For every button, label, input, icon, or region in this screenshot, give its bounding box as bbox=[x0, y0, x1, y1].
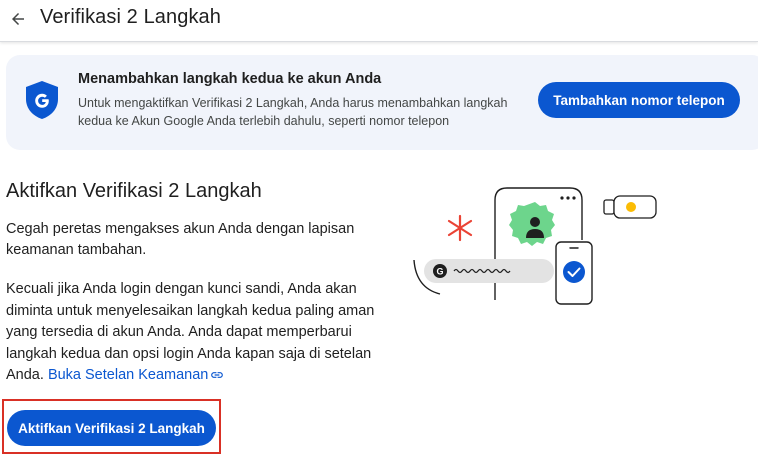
security-key-icon bbox=[603, 195, 657, 219]
check-circle-icon bbox=[563, 261, 585, 283]
arrow-back-icon bbox=[12, 13, 24, 25]
enable-2sv-button[interactable]: Aktifkan Verifikasi 2 Langkah bbox=[7, 410, 216, 446]
banner-description: Untuk mengaktifkan Verifikasi 2 Langkah,… bbox=[78, 96, 508, 128]
dot-icon bbox=[566, 196, 570, 200]
page: Verifikasi 2 Langkah Menambahkan langkah… bbox=[0, 0, 758, 459]
security-settings-link-label[interactable]: Buka Setelan Keamanan bbox=[48, 367, 208, 383]
section-title: Aktifkan Verifikasi 2 Langkah bbox=[6, 180, 262, 202]
user-badge-icon bbox=[509, 202, 555, 246]
security-illustration: G bbox=[413, 187, 657, 305]
page-title: Verifikasi 2 Langkah bbox=[40, 6, 222, 28]
google-g-icon: G bbox=[433, 264, 447, 278]
dot-icon bbox=[572, 196, 576, 200]
google-shield-icon bbox=[26, 81, 58, 119]
app-header: Verifikasi 2 Langkah bbox=[0, 0, 758, 42]
dot-icon bbox=[560, 196, 564, 200]
add-phone-number-button[interactable]: Tambahkan nomor telepon bbox=[538, 82, 740, 118]
security-settings-link[interactable]: Buka Setelan Keamanan bbox=[48, 367, 224, 383]
banner-title: Menambahkan langkah kedua ke akun Anda bbox=[78, 71, 382, 87]
asterisk-icon bbox=[447, 214, 473, 242]
back-button[interactable] bbox=[4, 5, 32, 33]
link-icon bbox=[211, 372, 224, 379]
svg-text:G: G bbox=[436, 267, 443, 277]
details-paragraph: Kecuali jika Anda login dengan kunci san… bbox=[6, 279, 378, 387]
intro-paragraph: Cegah peretas mengakses akun Anda dengan… bbox=[6, 221, 355, 258]
